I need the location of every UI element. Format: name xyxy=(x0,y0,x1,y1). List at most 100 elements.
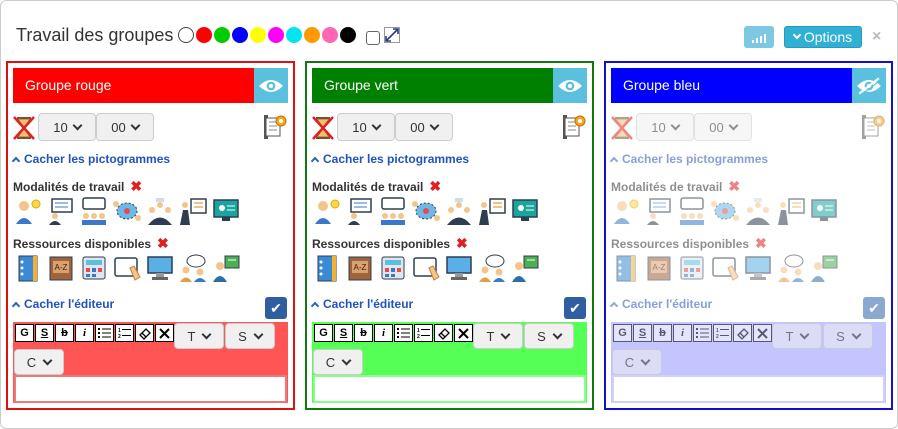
color-swatch[interactable] xyxy=(196,27,213,43)
computer-icon[interactable] xyxy=(444,253,474,283)
group-name[interactable]: Groupe bleu xyxy=(611,68,852,103)
remove-icon[interactable]: ✖ xyxy=(157,235,169,252)
font-select[interactable]: T xyxy=(473,323,523,349)
computer-icon[interactable] xyxy=(145,253,175,283)
editor-b-button[interactable]: b xyxy=(55,324,74,342)
timer-settings-icon[interactable] xyxy=(562,114,586,140)
minutes-select[interactable]: 10 xyxy=(337,113,395,141)
eye-icon[interactable] xyxy=(553,68,587,103)
hide-editor-link[interactable]: Cacher l'éditeur xyxy=(11,297,114,311)
editor-list-bullet-button[interactable] xyxy=(394,324,413,342)
timer-settings-icon[interactable] xyxy=(263,114,287,140)
hide-editor-link[interactable]: Cacher l'éditeur xyxy=(609,297,712,311)
color-select[interactable]: C xyxy=(14,349,64,375)
peer-help-icon[interactable] xyxy=(178,253,208,283)
brainstorm-icon[interactable] xyxy=(411,196,441,226)
peer-help-icon[interactable] xyxy=(477,253,507,283)
validate-button[interactable]: ✔ xyxy=(863,297,885,319)
editor-S-button[interactable]: S xyxy=(633,324,652,342)
eye-icon[interactable] xyxy=(254,68,288,103)
eye-slash-icon[interactable] xyxy=(852,68,886,103)
remove-icon[interactable]: ✖ xyxy=(728,178,740,195)
hide-pictograms-link[interactable]: Cacher les pictogrammes xyxy=(609,152,768,166)
brainstorm-icon[interactable] xyxy=(710,196,740,226)
editor-G-button[interactable]: G xyxy=(15,324,34,342)
color-swatch[interactable] xyxy=(214,27,231,43)
binder-icon[interactable] xyxy=(312,253,342,283)
tablet-icon[interactable] xyxy=(411,253,441,283)
hide-pictograms-link[interactable]: Cacher les pictogrammes xyxy=(11,152,170,166)
timer-settings-icon[interactable] xyxy=(861,114,885,140)
remove-icon[interactable]: ✖ xyxy=(130,178,142,195)
presentation-icon[interactable] xyxy=(46,196,76,226)
hide-editor-link[interactable]: Cacher l'éditeur xyxy=(310,297,413,311)
teacher-board-icon[interactable] xyxy=(776,196,806,226)
tablet-icon[interactable] xyxy=(710,253,740,283)
calculator-icon[interactable] xyxy=(79,253,109,283)
online-lesson-icon[interactable] xyxy=(809,196,839,226)
editor-clear-button[interactable] xyxy=(454,324,473,342)
editor-eraser-button[interactable] xyxy=(733,324,752,342)
editor-clear-button[interactable] xyxy=(753,324,772,342)
group-work-icon[interactable] xyxy=(145,196,175,226)
group-name[interactable]: Groupe rouge xyxy=(13,68,254,103)
remove-icon[interactable]: ✖ xyxy=(755,235,767,252)
editor-i-button[interactable]: i xyxy=(374,324,393,342)
brainstorm-icon[interactable] xyxy=(112,196,142,226)
minutes-select[interactable]: 10 xyxy=(38,113,96,141)
individual-idea-icon[interactable] xyxy=(611,196,641,226)
presentation-icon[interactable] xyxy=(644,196,674,226)
dictionary-icon[interactable]: A-Z xyxy=(644,253,674,283)
editor-eraser-button[interactable] xyxy=(434,324,453,342)
close-button[interactable]: × xyxy=(872,28,881,46)
individual-idea-icon[interactable] xyxy=(312,196,342,226)
computer-icon[interactable] xyxy=(743,253,773,283)
color-swatch[interactable] xyxy=(304,27,321,43)
binder-icon[interactable] xyxy=(611,253,641,283)
editor-i-button[interactable]: i xyxy=(75,324,94,342)
editor-textarea[interactable] xyxy=(14,375,287,403)
hourglass-off-icon[interactable] xyxy=(312,116,334,140)
calculator-icon[interactable] xyxy=(378,253,408,283)
dictionary-icon[interactable]: A-Z xyxy=(46,253,76,283)
hourglass-off-icon[interactable] xyxy=(611,116,633,140)
group-name[interactable]: Groupe vert xyxy=(312,68,553,103)
editor-list-number-button[interactable]: 12 xyxy=(414,324,433,342)
editor-list-bullet-button[interactable] xyxy=(693,324,712,342)
tablet-icon[interactable] xyxy=(112,253,142,283)
color-swatch[interactable] xyxy=(250,27,267,43)
editor-G-button[interactable]: G xyxy=(613,324,632,342)
editor-G-button[interactable]: G xyxy=(314,324,333,342)
editor-list-number-button[interactable]: 12 xyxy=(115,324,134,342)
editor-b-button[interactable]: b xyxy=(653,324,672,342)
editor-S-button[interactable]: S xyxy=(334,324,353,342)
group-discussion-icon[interactable] xyxy=(79,196,109,226)
color-swatch[interactable] xyxy=(178,27,195,43)
dictionary-icon[interactable]: A-Z xyxy=(345,253,375,283)
group-work-icon[interactable] xyxy=(743,196,773,226)
minutes-select[interactable]: 10 xyxy=(636,113,694,141)
color-swatch[interactable] xyxy=(340,27,357,43)
color-swatch[interactable] xyxy=(268,27,285,43)
teacher-help-icon[interactable] xyxy=(510,253,540,283)
font-select[interactable]: T xyxy=(772,323,822,349)
binder-icon[interactable] xyxy=(13,253,43,283)
online-lesson-icon[interactable] xyxy=(211,196,241,226)
group-work-icon[interactable] xyxy=(444,196,474,226)
validate-button[interactable]: ✔ xyxy=(265,297,287,319)
presentation-icon[interactable] xyxy=(345,196,375,226)
individual-idea-icon[interactable] xyxy=(13,196,43,226)
editor-S-button[interactable]: S xyxy=(35,324,54,342)
teacher-board-icon[interactable] xyxy=(178,196,208,226)
size-select[interactable]: S xyxy=(225,323,275,349)
font-select[interactable]: T xyxy=(174,323,224,349)
editor-textarea[interactable] xyxy=(612,375,885,403)
remove-icon[interactable]: ✖ xyxy=(429,178,441,195)
options-button[interactable]: Options xyxy=(784,26,862,48)
editor-list-bullet-button[interactable] xyxy=(95,324,114,342)
editor-eraser-button[interactable] xyxy=(135,324,154,342)
remove-icon[interactable]: ✖ xyxy=(456,235,468,252)
size-select[interactable]: S xyxy=(524,323,574,349)
teacher-help-icon[interactable] xyxy=(809,253,839,283)
editor-list-number-button[interactable]: 12 xyxy=(713,324,732,342)
